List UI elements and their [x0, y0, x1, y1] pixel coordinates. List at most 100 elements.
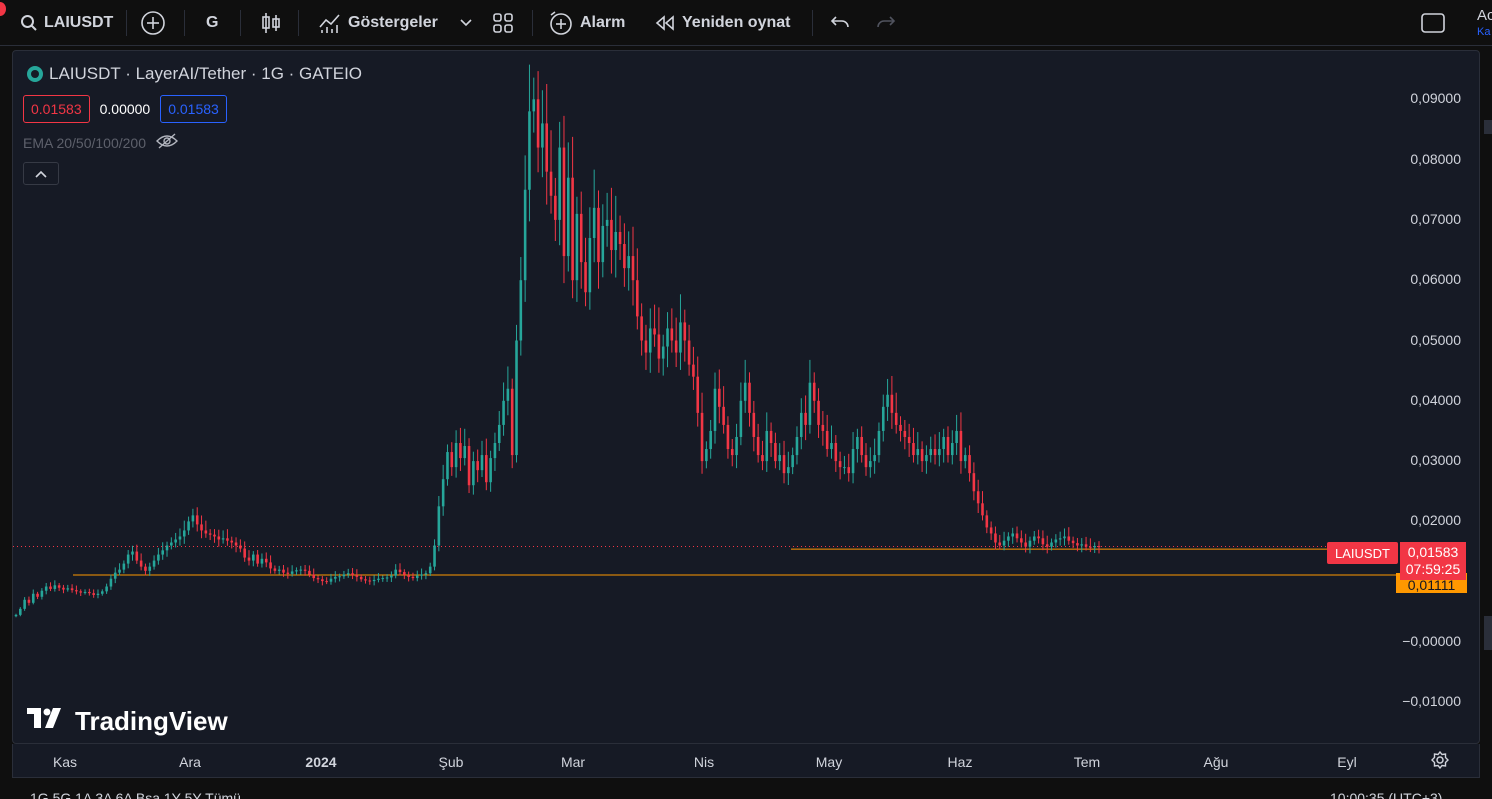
- symbol-search-button[interactable]: LAIUSDT: [20, 8, 113, 38]
- top-toolbar: LAIUSDT G Göstergeler Alarm Yeniden oyna…: [0, 0, 1492, 46]
- ema-label[interactable]: EMA 20/50/100/200: [23, 135, 146, 151]
- account-initial: Ac: [1477, 7, 1492, 24]
- alarm-button[interactable]: Alarm: [548, 8, 625, 38]
- candle-body: [131, 551, 134, 555]
- candle-body: [1007, 536, 1010, 541]
- indicators-dropdown-button[interactable]: [460, 8, 472, 38]
- candle-body: [566, 177, 570, 257]
- layouts-button[interactable]: [492, 8, 514, 38]
- candle-body: [1050, 542, 1053, 547]
- candle-body: [1028, 540, 1032, 547]
- time-axis[interactable]: Kas Ara 2024 Şub Mar Nis May Haz Tem Ağu Eyl: [12, 744, 1480, 778]
- candle-body: [463, 446, 467, 459]
- chart-type-button[interactable]: [260, 8, 282, 38]
- candle-body: [161, 550, 164, 555]
- candle-body: [312, 574, 316, 579]
- price-axis-label: 0,03000: [1410, 452, 1461, 469]
- candle-body: [144, 566, 147, 571]
- interval-button[interactable]: G: [206, 8, 218, 38]
- candle-body: [558, 147, 561, 220]
- candle-body: [480, 455, 484, 471]
- bar-countdown: 07:59:25: [1405, 561, 1461, 577]
- candle-body: [187, 521, 190, 531]
- candle-body: [752, 412, 756, 437]
- candle-body: [1024, 542, 1027, 547]
- bottom-range-bar: 1G 5G 1A 3A 6A Bsa 1Y 5Y Tümü 10:00:35 (…: [0, 784, 1492, 799]
- candle-body: [769, 430, 773, 444]
- candle-body: [787, 467, 790, 474]
- candle-body: [213, 534, 216, 537]
- candle-body: [122, 563, 126, 570]
- replay-button[interactable]: Yeniden oynat: [654, 8, 790, 38]
- candle-body: [1032, 536, 1036, 541]
- compare-symbol-button[interactable]: [140, 8, 166, 38]
- candle-body: [342, 574, 346, 577]
- candle-body: [597, 207, 600, 263]
- candle-body: [351, 573, 354, 576]
- candle-body: [575, 213, 579, 281]
- candle-body: [62, 587, 65, 590]
- account-sub: Ka: [1477, 26, 1491, 38]
- search-icon: [20, 14, 38, 32]
- candle-body: [843, 467, 846, 469]
- candle-body: [1084, 544, 1088, 547]
- candle-body: [929, 449, 933, 456]
- redo-button[interactable]: [876, 8, 896, 38]
- candle-body: [290, 571, 294, 574]
- candle-body: [838, 461, 842, 468]
- candle-body: [765, 430, 769, 462]
- candle-body: [234, 542, 238, 546]
- candle-body: [920, 449, 924, 462]
- candle-body: [415, 575, 419, 579]
- rewind-icon: [654, 15, 676, 31]
- candle-body: [942, 436, 945, 450]
- indicators-button[interactable]: Göstergeler: [318, 8, 438, 38]
- buy-price-button[interactable]: 0.01583: [160, 95, 227, 123]
- panel-handle[interactable]: [1484, 120, 1492, 134]
- alarm-clock-icon: [548, 10, 574, 36]
- time-axis-label: Nis: [693, 754, 715, 770]
- collapse-legend-button[interactable]: [23, 162, 59, 185]
- account-menu[interactable]: Ac Ka: [1477, 8, 1492, 40]
- candle-body: [1063, 536, 1066, 539]
- fullscreen-button[interactable]: [1420, 8, 1446, 38]
- candle-body: [851, 449, 855, 474]
- candle-body: [683, 322, 687, 341]
- spread-value: 0.00000: [99, 101, 151, 117]
- candle-body: [989, 527, 993, 534]
- panel-handle-lower[interactable]: [1484, 616, 1492, 650]
- sell-price-button[interactable]: 0.01583: [23, 95, 90, 123]
- undo-button[interactable]: [830, 8, 850, 38]
- timezone-clock[interactable]: 10:00:35 (UTC+3): [1330, 790, 1442, 799]
- price-axis-label: −0,00000: [1402, 633, 1461, 649]
- candle-body: [976, 491, 980, 504]
- candle-body: [53, 585, 57, 589]
- candle-body: [428, 566, 432, 574]
- candle-body: [139, 560, 143, 567]
- candle-body: [981, 503, 984, 516]
- candle-body: [674, 340, 678, 353]
- notification-badge[interactable]: [0, 2, 6, 16]
- chevron-down-icon: [460, 19, 472, 27]
- candle-body: [70, 588, 74, 591]
- date-range-buttons[interactable]: 1G 5G 1A 3A 6A Bsa 1Y 5Y Tümü: [30, 790, 241, 799]
- time-axis-label: May: [815, 754, 843, 770]
- candle-body: [364, 579, 367, 581]
- candle-body: [666, 328, 669, 347]
- candle-body: [40, 590, 44, 597]
- candle-body: [696, 376, 700, 413]
- price-axis-label: 0,08000: [1410, 150, 1461, 167]
- candle-body: [886, 394, 889, 407]
- chart-plot[interactable]: [13, 51, 1480, 744]
- candle-body: [933, 449, 937, 456]
- candle-body: [588, 237, 592, 293]
- candle-body: [446, 452, 449, 480]
- candle-body: [243, 548, 246, 558]
- eye-crossed-icon[interactable]: [156, 133, 178, 152]
- candle-body: [1020, 538, 1023, 543]
- candle-body: [359, 576, 363, 580]
- chart-settings-gear-icon[interactable]: [1431, 750, 1449, 774]
- chart-panel[interactable]: LAIUSDT · LayerAI/Tether · 1G · GATEIO 0…: [12, 50, 1480, 744]
- candle-body: [523, 189, 527, 281]
- candle-body: [536, 99, 540, 148]
